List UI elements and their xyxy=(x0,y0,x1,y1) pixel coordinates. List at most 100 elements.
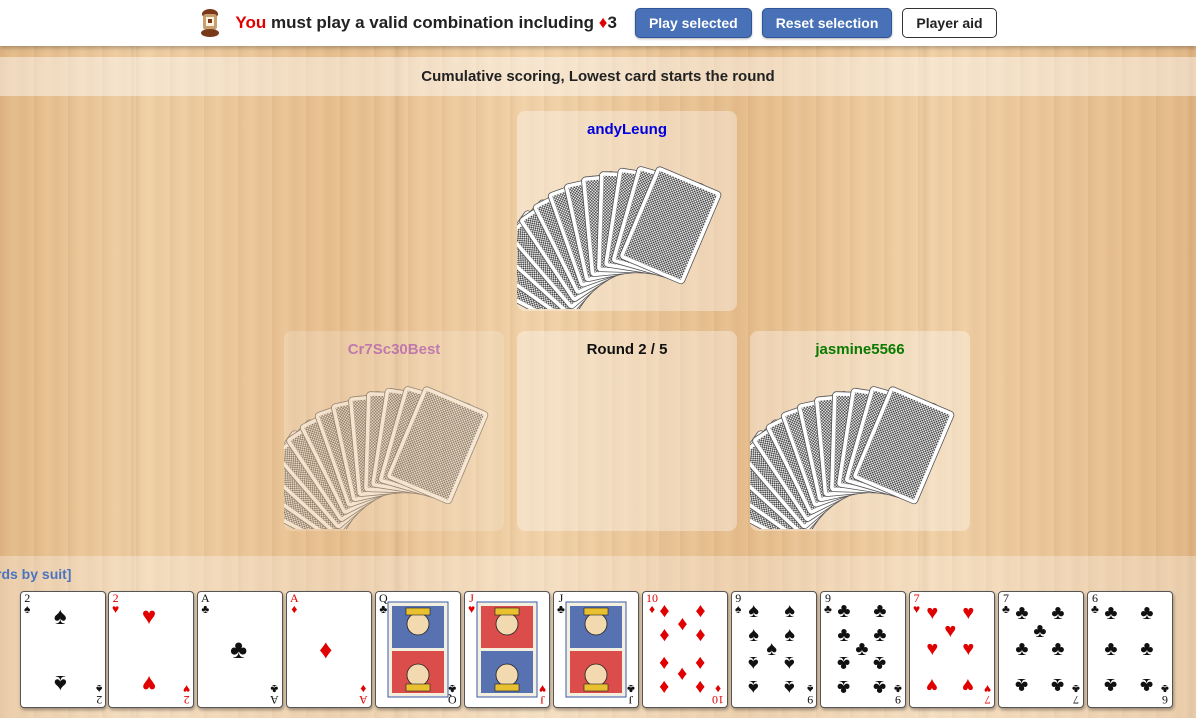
suit-pip-icon: ♣ xyxy=(855,638,869,660)
card-pips: ♣ ♣ ♣ ♣ ♣ ♣ ♣ xyxy=(999,592,1083,707)
player-panel-right: jasmine5566 xyxy=(750,331,970,531)
hand-card[interactable]: J ♣ J ♣ xyxy=(553,591,639,708)
status-text: must play a valid combination including xyxy=(271,13,595,32)
hand-card[interactable]: 2 ♥ 2 ♥ ♥ ♥ xyxy=(108,591,194,708)
card-pips xyxy=(376,592,460,707)
hand-card[interactable]: A ♦ A ♦ ♦ xyxy=(286,591,372,708)
suit-pip-icon: ♣ xyxy=(837,600,851,622)
status-rank: 3 xyxy=(607,13,617,32)
card-pips: ♦ xyxy=(287,592,371,707)
suit-pip-icon: ♣ xyxy=(1051,602,1065,624)
hand-card[interactable]: Q ♣ Q ♣ xyxy=(375,591,461,708)
player-panel-top: andyLeung xyxy=(517,111,737,311)
status-player: You xyxy=(235,13,267,32)
suit-pip-icon: ♣ xyxy=(837,652,851,674)
hand-card[interactable]: 9 ♣ 9 ♣ ♣ ♣ ♣ ♣ ♣ ♣ ♣ ♣ ♣ xyxy=(820,591,906,708)
suit-pip-icon: ♠ xyxy=(784,676,796,698)
suit-pip-icon: ♣ xyxy=(230,633,248,664)
suit-pip-icon: ♦ xyxy=(677,663,688,685)
suit-pip-icon: ♣ xyxy=(1015,638,1029,660)
game-options-text: Cumulative scoring, Lowest card starts t… xyxy=(421,68,775,85)
player-aid-button[interactable]: Player aid xyxy=(902,8,997,38)
card-fan-top xyxy=(517,166,722,309)
suit-pip-icon: ♣ xyxy=(873,676,887,698)
card-pips: ♣ ♣ ♣ ♣ ♣ ♣ xyxy=(1088,592,1172,707)
trick-area: Round 2 / 5 xyxy=(517,331,737,531)
suit-pip-icon: ♥ xyxy=(926,602,939,624)
suit-pip-icon: ♣ xyxy=(873,600,887,622)
suit-pip-icon: ♣ xyxy=(1051,638,1065,660)
sort-by-suit-link[interactable]: rds by suit] xyxy=(0,566,71,582)
suit-pip-icon: ♦ xyxy=(659,600,670,622)
suit-pip-icon: ♥ xyxy=(944,620,957,642)
card-pips xyxy=(554,592,638,707)
suit-pip-icon: ♦ xyxy=(659,624,670,646)
play-selected-button[interactable]: Play selected xyxy=(634,8,752,38)
game-options-bar: Cumulative scoring, Lowest card starts t… xyxy=(0,57,1196,96)
suit-pip-icon: ♦ xyxy=(695,676,706,698)
suit-pip-icon: ♣ xyxy=(1051,674,1065,696)
suit-pip-icon: ♠ xyxy=(766,638,778,660)
suit-pip-icon: ♣ xyxy=(837,624,851,646)
card-pips: ♣ ♣ ♣ ♣ ♣ ♣ ♣ ♣ ♣ xyxy=(821,592,905,707)
card-fan-left xyxy=(284,386,489,529)
card-pips: ♠ ♠ ♠ ♠ ♠ ♠ ♠ ♠ ♠ xyxy=(732,592,816,707)
hand-card[interactable]: A ♣ A ♣ ♣ xyxy=(197,591,283,708)
player-panel-left: Cr7Sc30Best xyxy=(284,331,504,531)
card-pips: ♥ ♥ xyxy=(109,592,193,707)
hand-card[interactable]: 9 ♠ 9 ♠ ♠ ♠ ♠ ♠ ♠ ♠ ♠ ♠ ♠ xyxy=(731,591,817,708)
suit-pip-icon: ♣ xyxy=(873,652,887,674)
hand-card[interactable]: 10 ♦ 10 ♦ ♦ ♦ ♦ ♦ ♦ ♦ ♦ ♦ ♦ ♦ xyxy=(642,591,728,708)
status-message: You must play a valid combination includ… xyxy=(235,13,617,33)
hand-card[interactable]: 6 ♣ 6 ♣ ♣ ♣ ♣ ♣ ♣ ♣ xyxy=(1087,591,1173,708)
card-pips: ♣ xyxy=(198,592,282,707)
player-avatar-icon xyxy=(199,8,221,38)
suit-pip-icon: ♦ xyxy=(695,600,706,622)
suit-pip-icon: ♥ xyxy=(926,674,939,696)
suit-pip-icon: ♠ xyxy=(784,652,796,674)
suit-pip-icon: ♣ xyxy=(1015,602,1029,624)
suit-pip-icon: ♦ xyxy=(319,633,333,664)
suit-pip-icon: ♥ xyxy=(962,674,975,696)
suit-pip-icon: ♠ xyxy=(748,624,760,646)
suit-pip-icon: ♠ xyxy=(53,669,67,697)
card-pips: ♥ ♥ ♥ ♥ ♥ ♥ ♥ xyxy=(910,592,994,707)
hand-card[interactable]: 7 ♥ 7 ♥ ♥ ♥ ♥ ♥ ♥ ♥ ♥ xyxy=(909,591,995,708)
suit-pip-icon: ♥ xyxy=(141,669,157,697)
player-name-top: andyLeung xyxy=(586,121,667,138)
hand-card[interactable]: J ♥ J ♥ xyxy=(464,591,550,708)
suit-pip-icon: ♥ xyxy=(141,602,157,630)
suit-pip-icon: ♣ xyxy=(1140,602,1154,624)
suit-pip-icon: ♦ xyxy=(677,613,688,635)
suit-pip-icon: ♥ xyxy=(962,638,975,660)
hand-card[interactable]: 2 ♠ 2 ♠ ♠ ♠ xyxy=(20,591,106,708)
suit-pip-icon: ♣ xyxy=(1033,620,1047,642)
suit-pip-icon: ♣ xyxy=(1140,674,1154,696)
suit-pip-icon: ♦ xyxy=(659,652,670,674)
suit-pip-icon: ♠ xyxy=(748,676,760,698)
suit-pip-icon: ♣ xyxy=(1104,602,1118,624)
suit-pip-icon: ♣ xyxy=(837,676,851,698)
suit-pip-icon: ♣ xyxy=(1140,638,1154,660)
suit-pip-icon: ♦ xyxy=(695,624,706,646)
status-bar: You must play a valid combination includ… xyxy=(0,0,1196,46)
suit-pip-icon: ♠ xyxy=(748,600,760,622)
hand-card[interactable]: 7 ♣ 7 ♣ ♣ ♣ ♣ ♣ ♣ ♣ ♣ xyxy=(998,591,1084,708)
suit-pip-icon: ♣ xyxy=(1015,674,1029,696)
card-pips: ♠ ♠ xyxy=(21,592,105,707)
suit-pip-icon: ♣ xyxy=(873,624,887,646)
suit-pip-icon: ♥ xyxy=(926,638,939,660)
reset-selection-button[interactable]: Reset selection xyxy=(761,8,893,38)
card-fan-right xyxy=(750,386,955,529)
suit-pip-icon: ♥ xyxy=(962,602,975,624)
round-indicator: Round 2 / 5 xyxy=(586,341,668,358)
player-name-left: Cr7Sc30Best xyxy=(347,341,441,358)
suit-pip-icon: ♦ xyxy=(695,652,706,674)
suit-pip-icon: ♠ xyxy=(53,602,67,630)
suit-pip-icon: ♦ xyxy=(659,676,670,698)
suit-pip-icon: ♠ xyxy=(784,624,796,646)
suit-pip-icon: ♣ xyxy=(1104,638,1118,660)
card-pips: ♦ ♦ ♦ ♦ ♦ ♦ ♦ ♦ ♦ ♦ xyxy=(643,592,727,707)
card-pips xyxy=(465,592,549,707)
player-name-right: jasmine5566 xyxy=(815,341,905,358)
